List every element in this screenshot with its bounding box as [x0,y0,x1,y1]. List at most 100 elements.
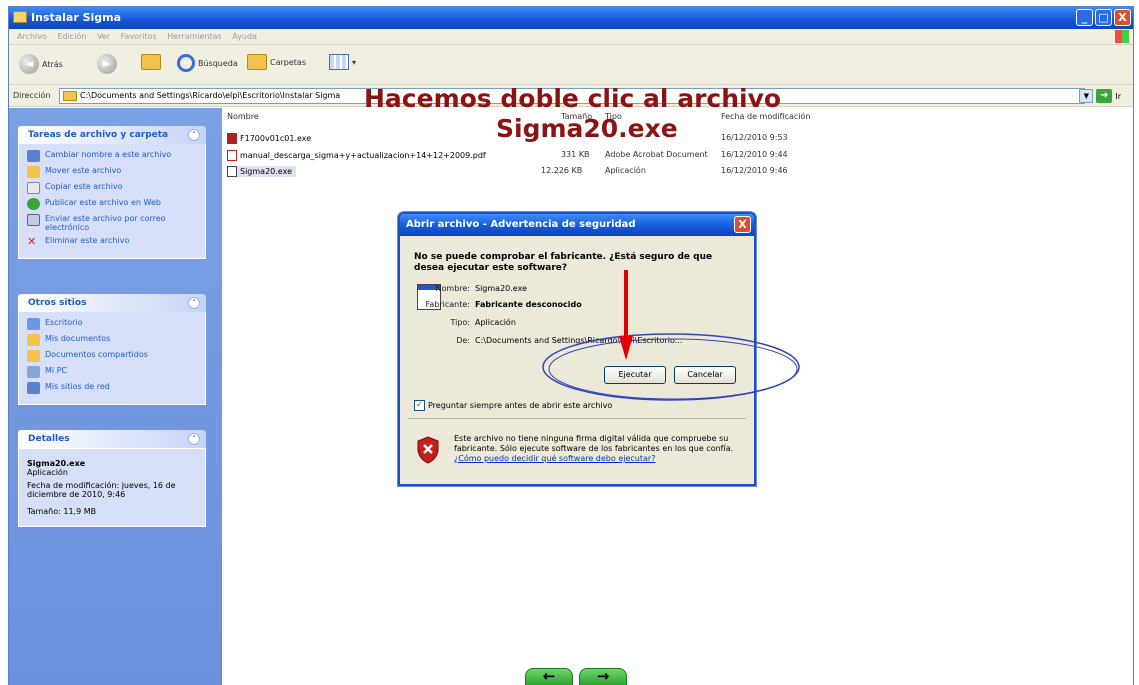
column-header-date[interactable]: Fecha de modificación [721,112,810,121]
place-mi-pc[interactable]: Mi PC [27,366,197,378]
window-title: Instalar Sigma [31,11,122,24]
computer-icon [27,366,40,378]
dialog-title: Abrir archivo - Advertencia de seguridad [406,219,636,230]
dialog-warning: Este archivo no tiene ninguna firma digi… [454,434,734,463]
next-slide-button[interactable]: → [579,668,627,685]
back-button[interactable]: ◄ Atrás [19,54,63,74]
place-documentos-compartidos[interactable]: Documentos compartidos [27,350,197,362]
folder-icon [13,11,27,23]
menu-edicion[interactable]: Edición [57,32,86,41]
folders-label: Carpetas [270,57,306,67]
address-label: Dirección [13,91,51,100]
maximize-button[interactable]: □ [1095,9,1112,26]
tasks-panel-title: Tareas de archivo y carpeta [28,130,169,140]
task-pane: Tareas de archivo y carpeta ˄ Cambiar no… [9,108,222,685]
globe-icon [27,198,40,210]
highlight-ellipse [542,333,800,401]
views-icon [329,54,349,70]
search-button[interactable]: Búsqueda [177,54,238,72]
task-move[interactable]: Mover este archivo [27,166,197,178]
shared-folder-icon [27,350,40,362]
task-rename[interactable]: Cambiar nombre a este archivo [27,150,197,162]
collapse-icon[interactable]: ˄ [188,297,200,309]
tasks-panel-header[interactable]: Tareas de archivo y carpeta ˄ [18,126,206,144]
file-row-selected[interactable]: Sigma20.exe [227,166,296,177]
previous-slide-button[interactable]: ← [525,668,573,685]
pdf-file-icon [227,150,237,161]
task-copy[interactable]: Copiar este archivo [27,182,197,194]
file-row[interactable]: manual_descarga_sigma+y+actualizacion+14… [227,150,486,161]
menu-archivo[interactable]: Archivo [17,32,47,41]
slide-navigation: ← → [525,668,627,685]
search-icon [177,54,195,72]
place-mis-documentos[interactable]: Mis documentos [27,334,197,346]
file-row[interactable]: F1700v01c01.exe [227,133,311,144]
details-panel-title: Detalles [28,434,70,444]
forward-arrow-icon: ► [97,54,117,74]
task-publish[interactable]: Publicar este archivo en Web [27,198,197,210]
details-file-type: Aplicación [27,468,68,477]
dialog-question: No se puede comprobar el fabricante. ¿Es… [414,252,713,273]
red-arrow-annotation [619,270,633,360]
dialog-title-bar: Abrir archivo - Advertencia de seguridad… [400,214,754,236]
network-icon [27,382,40,394]
windows-logo-icon [1115,30,1129,43]
exe-file-icon [227,166,237,177]
go-button[interactable]: ➜ [1096,89,1113,103]
help-link[interactable]: ¿Cómo puedo decidir qué software debo ej… [454,454,655,463]
places-panel-title: Otros sitios [28,298,87,308]
up-folder-icon [141,54,161,70]
security-shield-icon [417,436,439,464]
views-button[interactable]: ▾ [329,54,356,70]
title-bar: Instalar Sigma _ □ X [9,7,1133,29]
forward-button[interactable]: ► [97,54,117,74]
move-icon [27,166,40,178]
collapse-icon[interactable]: ˄ [188,433,200,445]
place-escritorio[interactable]: Escritorio [27,318,197,330]
back-arrow-icon: ◄ [19,54,39,74]
instruction-text-line2: Sigma20.exe [496,114,678,143]
address-path: C:\Documents and Settings\Ricardo\elpi\E… [80,91,341,100]
collapse-icon[interactable]: ˄ [188,129,200,141]
exe-file-icon [227,133,237,144]
details-panel-header[interactable]: Detalles ˄ [18,430,206,448]
go-label: Ir [1115,91,1121,101]
menu-ayuda[interactable]: Ayuda [232,32,257,41]
field-name: Nombre: Sigma20.exe [435,284,527,293]
email-icon [27,214,40,226]
details-panel: Detalles ˄ Sigma20.exe Aplicación Fecha … [18,430,206,527]
folders-button[interactable]: Carpetas [247,54,306,70]
details-modified: Fecha de modificación: jueves, 16 de dic… [27,481,176,499]
copy-icon [27,182,40,194]
documents-icon [27,334,40,346]
places-panel: Otros sitios ˄ Escritorio Mis documentos… [18,294,206,405]
dialog-close-button[interactable]: X [734,216,751,233]
column-header-name[interactable]: Nombre [227,112,259,121]
folder-icon [63,91,77,101]
checkbox-checked-icon[interactable]: ✓ [414,400,425,411]
minimize-button[interactable]: _ [1076,9,1093,26]
address-dropdown-button[interactable]: ▼ [1079,89,1094,103]
menu-bar: Archivo Edición Ver Favoritos Herramient… [9,29,1133,45]
places-panel-header[interactable]: Otros sitios ˄ [18,294,206,312]
instruction-text-line1: Hacemos doble clic al archivo [364,84,782,113]
task-email[interactable]: Enviar este archivo por correo electróni… [27,214,197,232]
menu-favoritos[interactable]: Favoritos [121,32,157,41]
place-sitios-red[interactable]: Mis sitios de red [27,382,197,394]
up-folder-button[interactable] [141,54,161,70]
back-label: Atrás [42,59,63,69]
field-type: Tipo: Aplicación [450,318,516,327]
field-publisher: Fabricante: Fabricante desconocido [425,300,582,309]
details-file-name: Sigma20.exe [27,459,86,468]
desktop-icon [27,318,40,330]
delete-icon: ✕ [27,235,37,248]
details-size: Tamaño: 11,9 MB [27,507,97,516]
task-delete[interactable]: ✕ Eliminar este archivo [27,236,197,248]
tasks-panel: Tareas de archivo y carpeta ˄ Cambiar no… [18,126,206,259]
folders-icon [247,54,267,70]
search-label: Búsqueda [198,58,238,68]
menu-herramientas[interactable]: Herramientas [167,32,222,41]
close-button[interactable]: X [1114,9,1131,26]
toolbar: ◄ Atrás ► Búsqueda Carpetas ▾ [9,45,1133,85]
menu-ver[interactable]: Ver [97,32,110,41]
